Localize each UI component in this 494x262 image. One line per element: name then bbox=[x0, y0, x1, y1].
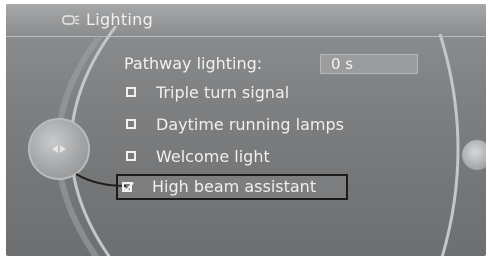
checkbox-icon[interactable] bbox=[126, 119, 136, 129]
idrive-screen: Lighting Pathway lighting: 0 s Triple tu… bbox=[6, 4, 486, 256]
option-label: Triple turn signal bbox=[156, 83, 290, 102]
option-label: Daytime running lamps bbox=[156, 115, 344, 134]
option-label: Welcome light bbox=[156, 147, 270, 166]
checkbox-checked-icon[interactable] bbox=[122, 182, 132, 192]
option-welcome-light[interactable]: Welcome light bbox=[120, 144, 390, 170]
option-triple-turn-signal[interactable]: Triple turn signal bbox=[120, 80, 390, 106]
pathway-lighting-value[interactable]: 0 s bbox=[320, 54, 418, 74]
lighting-menu-icon bbox=[62, 15, 80, 25]
checkbox-icon[interactable] bbox=[126, 151, 136, 161]
option-high-beam-assistant[interactable]: High beam assistant bbox=[116, 174, 348, 200]
checkbox-icon[interactable] bbox=[126, 87, 136, 97]
controller-knob[interactable] bbox=[28, 118, 90, 180]
right-scroll-knob[interactable] bbox=[462, 140, 486, 170]
option-daytime-running-lamps[interactable]: Daytime running lamps bbox=[120, 112, 390, 138]
option-label: High beam assistant bbox=[152, 177, 317, 196]
pathway-lighting-label: Pathway lighting: bbox=[124, 54, 263, 73]
controller-arrows-icon bbox=[52, 145, 66, 153]
